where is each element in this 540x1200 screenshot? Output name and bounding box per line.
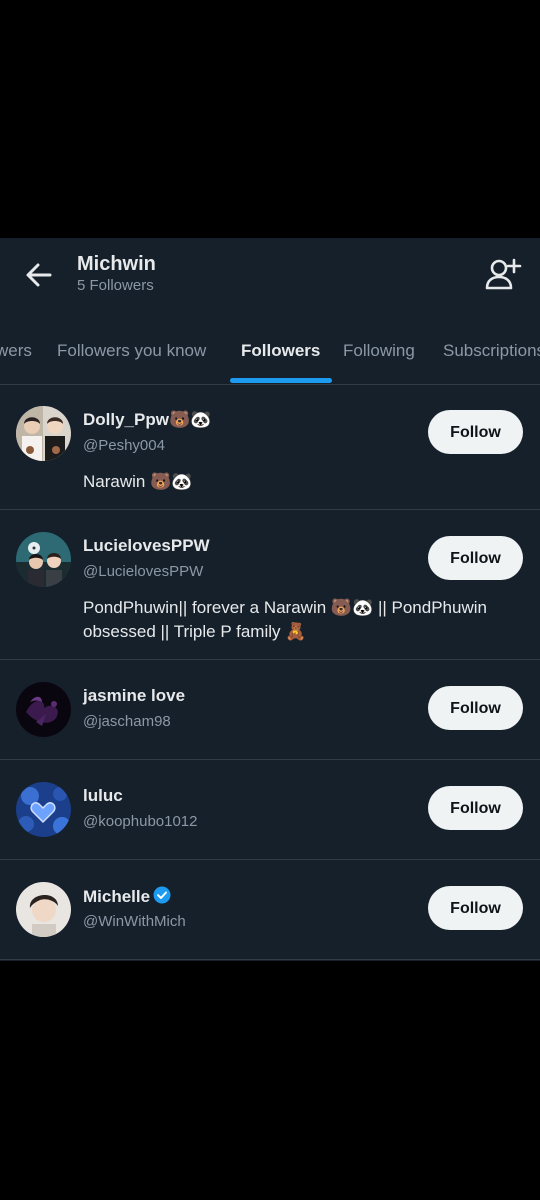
followers-count: 5 Followers	[77, 277, 154, 294]
tab-followers[interactable]: Followers	[241, 330, 320, 384]
user-name[interactable]: luluc	[83, 786, 123, 806]
followers-list: Dolly_Ppw🐻🐼 @Peshy004 Narawin 🐻🐼 Follow	[0, 384, 540, 960]
follow-button[interactable]: Follow	[428, 410, 523, 454]
user-bio: PondPhuwin|| forever a Narawin 🐻🐼 || Pon…	[83, 596, 523, 644]
user-name-text: Michelle	[83, 887, 151, 906]
follow-button[interactable]: Follow	[428, 786, 523, 830]
tab-following[interactable]: Following	[343, 330, 415, 384]
follower-row[interactable]: LucielovesPPW @LucielovesPPW PondPhuwin|…	[0, 510, 540, 660]
avatar[interactable]	[16, 406, 71, 461]
add-user-icon[interactable]	[484, 256, 522, 292]
follow-button[interactable]: Follow	[428, 886, 523, 930]
tab-bar: wers Followers you know Followers Follow…	[0, 330, 540, 385]
page-title: Michwin	[77, 253, 156, 275]
top-bar: Michwin 5 Followers	[0, 238, 540, 308]
avatar[interactable]	[16, 782, 71, 837]
user-name[interactable]: jasmine love	[83, 686, 185, 706]
follow-button[interactable]: Follow	[428, 536, 523, 580]
bio-line: obsessed || Triple P family 🧸	[83, 622, 307, 641]
back-arrow-icon[interactable]	[22, 258, 56, 292]
tab-subscriptions[interactable]: Subscriptions	[443, 330, 540, 384]
user-handle: @WinWithMich	[83, 913, 186, 930]
follower-row[interactable]: Michelle @WinWithMich Follow	[0, 860, 540, 960]
user-handle: @jascham98	[83, 713, 171, 730]
tab-followers-you-know[interactable]: Followers you know	[57, 330, 206, 384]
avatar[interactable]	[16, 882, 71, 937]
follow-button[interactable]: Follow	[428, 686, 523, 730]
avatar[interactable]	[16, 682, 71, 737]
user-bio: Narawin 🐻🐼	[83, 470, 523, 494]
follower-row[interactable]: Dolly_Ppw🐻🐼 @Peshy004 Narawin 🐻🐼 Follow	[0, 384, 540, 510]
active-tab-indicator	[230, 378, 332, 383]
user-handle: @LucielovesPPW	[83, 563, 204, 580]
user-name[interactable]: LucielovesPPW	[83, 536, 210, 556]
follower-row[interactable]: jasmine love @jascham98 Follow	[0, 660, 540, 760]
followers-screen: Michwin 5 Followers wers Followers you k…	[0, 238, 540, 961]
avatar[interactable]	[16, 532, 71, 587]
bio-line: Narawin 🐻🐼	[83, 472, 193, 491]
user-handle: @Peshy004	[83, 437, 165, 454]
bio-line: PondPhuwin|| forever a Narawin 🐻🐼 || Pon…	[83, 598, 487, 617]
user-handle: @koophubo1012	[83, 813, 198, 830]
verified-badge-icon	[153, 886, 171, 904]
tab-verified-followers[interactable]: wers	[0, 330, 32, 384]
follower-row[interactable]: luluc @koophubo1012 Follow	[0, 760, 540, 860]
user-name[interactable]: Michelle	[83, 886, 171, 907]
user-name[interactable]: Dolly_Ppw🐻🐼	[83, 410, 211, 430]
